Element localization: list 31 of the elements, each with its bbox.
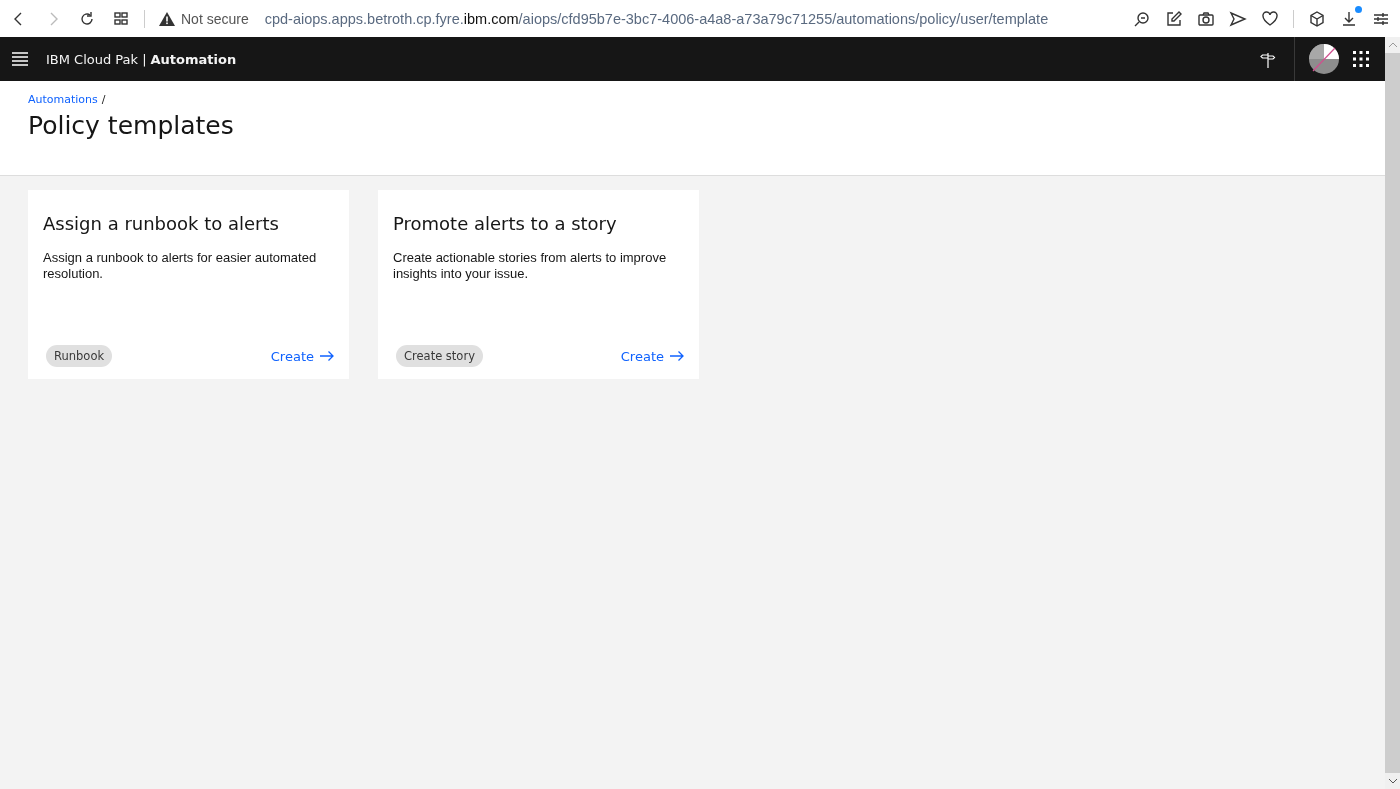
create-link[interactable]: Create bbox=[270, 348, 334, 364]
download-icon[interactable] bbox=[1340, 9, 1358, 28]
menu-icon[interactable] bbox=[12, 52, 28, 66]
card-description: Assign a runbook to alerts for easier automated resolution. bbox=[43, 250, 318, 283]
tag: Runbook bbox=[46, 345, 113, 367]
tag: Create story bbox=[396, 345, 483, 367]
card-title: Promote alerts to a story bbox=[393, 213, 618, 234]
breadcrumb-link[interactable]: Automations bbox=[28, 93, 98, 106]
card-title: Assign a runbook to alerts bbox=[43, 213, 280, 234]
cube-icon[interactable] bbox=[1308, 9, 1326, 28]
grid-icon[interactable] bbox=[112, 9, 130, 28]
warning-icon bbox=[159, 11, 175, 26]
avatar[interactable] bbox=[1309, 44, 1339, 74]
reload-icon[interactable] bbox=[78, 9, 96, 28]
zoom-out-icon[interactable] bbox=[1133, 9, 1151, 28]
edit-icon[interactable] bbox=[1165, 9, 1183, 28]
arrow-icon bbox=[670, 351, 684, 361]
create-link[interactable]: Create bbox=[620, 348, 684, 364]
heart-icon[interactable] bbox=[1261, 9, 1279, 28]
app-switcher-icon[interactable] bbox=[1353, 51, 1369, 67]
signpost-icon[interactable] bbox=[1260, 50, 1276, 68]
arrow-icon bbox=[320, 351, 334, 361]
breadcrumb-separator: / bbox=[101, 93, 106, 106]
send-icon[interactable] bbox=[1229, 9, 1247, 28]
camera-icon[interactable] bbox=[1197, 9, 1215, 28]
scrollbar-thumb[interactable] bbox=[1385, 53, 1400, 773]
page-title: Policy templates bbox=[28, 111, 235, 140]
security-status[interactable]: Not secure bbox=[181, 10, 249, 27]
scroll-down-icon[interactable] bbox=[1387, 777, 1398, 785]
card-description: Create actionable stories from alerts to improve insights into your issue. bbox=[393, 250, 668, 283]
address-bar[interactable]: cpd-aiops.apps.betroth.cp.fyre.ibm.com/aiops/cfd95b7e-3bc7-4006-a4a8-a73a79c71255/automations/policy/user/template bbox=[264, 10, 1133, 27]
